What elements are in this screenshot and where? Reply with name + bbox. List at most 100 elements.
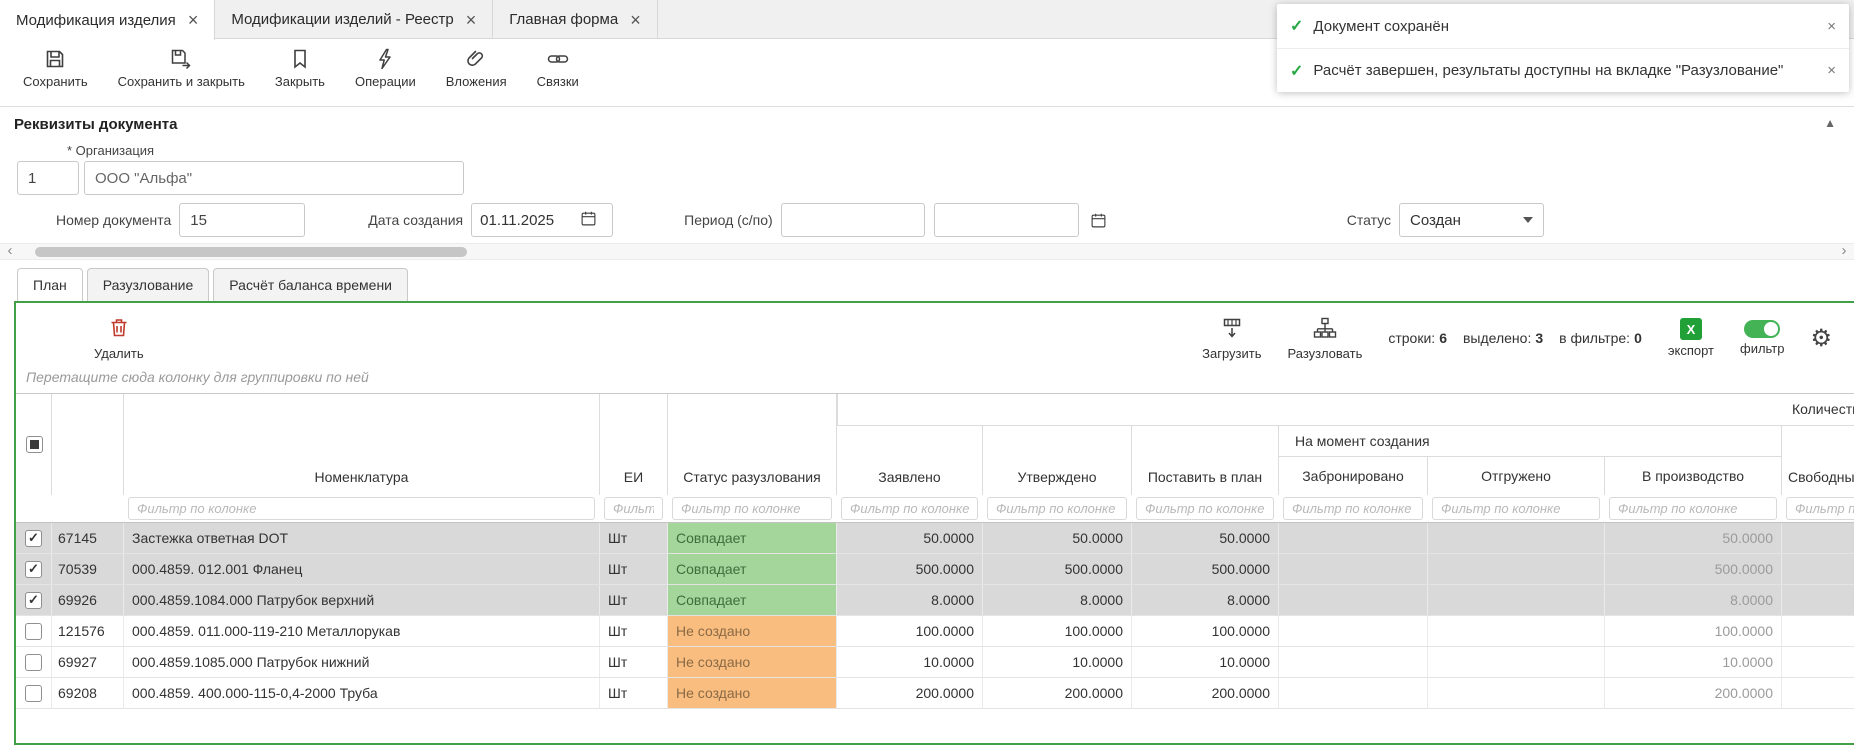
column-filter-input[interactable] xyxy=(604,497,663,520)
column-header-approved[interactable]: Утверждено xyxy=(983,426,1132,495)
scroll-left-icon[interactable]: ‹ xyxy=(2,243,18,259)
notification-text: Документ сохранён xyxy=(1313,18,1449,35)
scrollbar-thumb[interactable] xyxy=(35,247,467,257)
cell-unit: Шт xyxy=(600,585,668,615)
save-button[interactable]: Сохранить xyxy=(8,46,103,90)
row-checkbox[interactable]: ✓ xyxy=(25,561,42,578)
lightning-icon xyxy=(373,47,397,71)
period-to-input[interactable] xyxy=(934,203,1079,237)
notification-toast: ✓ Документ сохранён × ✓ Расчёт завершен,… xyxy=(1277,4,1849,92)
scroll-right-icon[interactable]: › xyxy=(1836,243,1852,259)
table-row[interactable]: ✓67145Застежка ответная DOTШтСовпадает50… xyxy=(16,523,1854,554)
column-filter-input[interactable] xyxy=(672,497,832,520)
column-header-free[interactable]: Свободный остаток xyxy=(1782,426,1854,495)
gear-icon[interactable]: ⚙ xyxy=(1810,326,1832,350)
column-header-in_production[interactable]: В производство xyxy=(1605,457,1782,495)
close-icon[interactable]: × xyxy=(466,11,477,29)
explode-button[interactable]: Разузловать xyxy=(1288,316,1363,361)
organization-name-field[interactable] xyxy=(84,161,464,195)
tab-time-balance[interactable]: Расчёт баланса времени xyxy=(213,268,408,301)
calendar-icon[interactable] xyxy=(1090,212,1107,229)
close-icon[interactable]: × xyxy=(188,11,199,29)
save-and-close-button[interactable]: Сохранить и закрыть xyxy=(103,46,260,90)
column-header-reserved[interactable]: Забронировано xyxy=(1279,457,1428,495)
cell-select: ✓ xyxy=(16,585,52,615)
column-filter-input[interactable] xyxy=(841,497,978,520)
attachments-button[interactable]: Вложения xyxy=(431,46,522,90)
column-group-quantity: Количество xyxy=(837,394,1854,426)
row-checkbox[interactable] xyxy=(25,654,42,671)
cell-select xyxy=(16,678,52,708)
table-row[interactable]: ✓70539000.4859. 012.001 ФланецШтСовпадае… xyxy=(16,554,1854,585)
tab-plan[interactable]: План xyxy=(17,268,83,301)
close-button[interactable]: Закрыть xyxy=(260,46,340,90)
status-badge: Не создано xyxy=(668,678,836,708)
tab-explosion[interactable]: Разузлование xyxy=(87,268,210,301)
period-label: Период (с/по) xyxy=(684,212,773,228)
column-filter-input[interactable] xyxy=(1786,497,1854,520)
calendar-icon[interactable] xyxy=(580,210,597,230)
group-by-drop-zone[interactable]: Перетащите сюда колонку для группировки … xyxy=(16,367,1854,393)
column-header-status[interactable]: Статус разузлования xyxy=(668,394,837,495)
operations-button[interactable]: Операции xyxy=(340,46,431,90)
status-select[interactable]: Создан xyxy=(1399,203,1544,237)
window-tab-main-form[interactable]: Главная форма × xyxy=(493,0,657,39)
filter-toggle-button[interactable]: фильтр xyxy=(1740,320,1784,356)
cell-declared: 500.0000 xyxy=(837,554,983,584)
column-header-to_plan[interactable]: Поставить в план xyxy=(1132,426,1279,495)
column-filter-input[interactable] xyxy=(1283,497,1423,520)
delete-button[interactable]: Удалить xyxy=(94,316,144,361)
links-label: Связки xyxy=(537,74,579,89)
cell-select: ✓ xyxy=(16,554,52,584)
close-icon[interactable]: × xyxy=(1817,62,1836,79)
period-from-input[interactable] xyxy=(781,203,925,237)
export-excel-button[interactable]: X экспорт xyxy=(1668,318,1714,358)
cell-to-plan: 10.0000 xyxy=(1132,647,1279,677)
paperclip-icon xyxy=(464,47,488,71)
close-icon[interactable]: × xyxy=(1817,18,1836,35)
organization-id-field[interactable] xyxy=(17,161,79,195)
org-chart-icon xyxy=(1313,316,1337,343)
close-icon[interactable]: × xyxy=(630,11,641,29)
creation-date-input[interactable] xyxy=(480,212,576,229)
table-row[interactable]: 69208000.4859. 400.000-115-0,4-2000 Труб… xyxy=(16,678,1854,709)
column-filter-input[interactable] xyxy=(1136,497,1274,520)
table-row[interactable]: 69927000.4859.1085.000 Патрубок нижнийШт… xyxy=(16,647,1854,678)
delete-label: Удалить xyxy=(94,346,144,361)
status-badge: Совпадает xyxy=(668,585,836,615)
horizontal-scrollbar[interactable]: ‹ › xyxy=(0,243,1854,260)
column-filter-input[interactable] xyxy=(1609,497,1777,520)
collapse-arrow-icon[interactable]: ▲ xyxy=(1824,116,1836,130)
cell-approved: 200.0000 xyxy=(983,678,1132,708)
doc-number-field[interactable] xyxy=(179,203,305,237)
column-header-unit[interactable]: ЕИ xyxy=(600,394,668,495)
row-checkbox[interactable] xyxy=(25,623,42,640)
column-filter-input[interactable] xyxy=(1432,497,1600,520)
window-tab-modification[interactable]: Модификация изделия × xyxy=(0,0,215,40)
links-button[interactable]: Связки xyxy=(522,46,594,90)
column-filter-input[interactable] xyxy=(128,497,595,520)
window-tab-registry[interactable]: Модификации изделий - Реестр × xyxy=(215,0,493,39)
column-filter-input[interactable] xyxy=(987,497,1127,520)
cell-unit: Шт xyxy=(600,616,668,646)
creation-date-field[interactable] xyxy=(471,203,613,237)
cell-name: 000.4859. 400.000-115-0,4-2000 Труба xyxy=(124,678,600,708)
column-header-shipped[interactable]: Отгружено xyxy=(1428,457,1605,495)
row-checkbox[interactable]: ✓ xyxy=(25,530,42,547)
plan-grid-panel: Удалить Загрузить Разузловать строки:6 в… xyxy=(14,301,1854,745)
filter-label: фильтр xyxy=(1740,341,1784,356)
row-checkbox[interactable] xyxy=(25,685,42,702)
toggle-switch[interactable] xyxy=(1744,320,1780,338)
row-checkbox[interactable]: ✓ xyxy=(25,592,42,609)
tab-label: Расчёт баланса времени xyxy=(229,277,392,293)
select-all-checkbox[interactable] xyxy=(26,436,43,453)
column-header-declared[interactable]: Заявлено xyxy=(837,426,983,495)
column-header-name[interactable]: Номенклатура xyxy=(124,394,600,495)
table-row[interactable]: ✓69926000.4859.1084.000 Патрубок верхний… xyxy=(16,585,1854,616)
cell-declared: 100.0000 xyxy=(837,616,983,646)
document-section-header: Реквизиты документа ▲ xyxy=(0,106,1854,140)
notification-text: Расчёт завершен, результаты доступны на … xyxy=(1313,62,1783,79)
cell-shipped xyxy=(1428,523,1605,553)
load-button[interactable]: Загрузить xyxy=(1202,316,1261,361)
table-row[interactable]: 121576000.4859. 011.000-119-210 Металлор… xyxy=(16,616,1854,647)
